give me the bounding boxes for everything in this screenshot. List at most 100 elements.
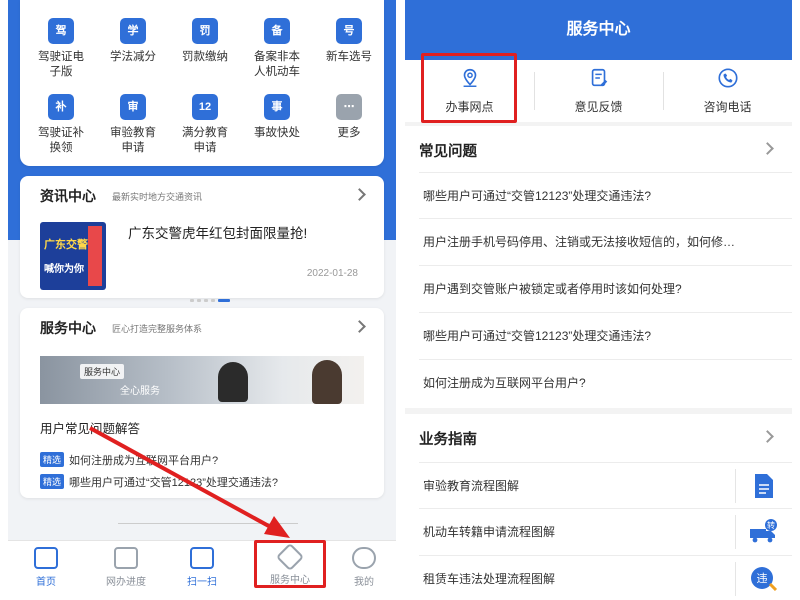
chevron-right-icon[interactable] <box>761 142 774 155</box>
grid-item-label: 满分教育申请 <box>182 127 228 154</box>
faq-section-title: 常见问题 <box>419 144 477 160</box>
carousel-indicator <box>190 289 233 307</box>
monitor-icon <box>114 547 138 569</box>
news-title: 资讯中心 <box>40 188 96 204</box>
divider <box>118 523 298 524</box>
service-center-card: 服务中心 匠心打造完整服务体系 服务中心 全心服务 用户常见问题解答 精选 如何注… <box>20 308 384 498</box>
phone-icon <box>717 68 738 88</box>
book-icon: 学 <box>120 18 146 44</box>
tab-home[interactable]: 首页 <box>16 547 76 588</box>
bottom-tab-bar: 首页 网办进度 扫一扫 服务中心 我的 <box>8 540 396 600</box>
id-card-icon: 补 <box>48 94 74 120</box>
faq-item[interactable]: 精选 如何注册成为互联网平台用户? <box>40 452 218 468</box>
grid-item-full-score-education[interactable]: 12 满分教育申请 <box>170 94 240 156</box>
banner-text: 全心服务 <box>120 386 160 397</box>
chevron-right-icon[interactable] <box>353 188 366 201</box>
grid-item-label: 新车选号 <box>326 51 372 63</box>
action-label: 意见反馈 <box>574 100 623 114</box>
service-subtitle: 匠心打造完整服务体系 <box>112 324 203 334</box>
faq-item[interactable]: 精选 哪些用户可通过“交管12123”处理交通违法? <box>40 474 278 490</box>
faq-item[interactable]: 用户遇到交管账户被锁定或者停用时该如何处理? <box>419 266 792 313</box>
guide-item-text: 机动车转籍申请流程图解 <box>423 525 556 539</box>
highlight-box <box>421 53 517 123</box>
grid-more-icon: ⋯ <box>336 94 362 120</box>
faq-item-text: 如何注册成为互联网平台用户? <box>69 455 219 467</box>
action-label: 咨询电话 <box>703 100 752 114</box>
feedback-doc-icon <box>591 68 607 87</box>
news-center-card[interactable]: 资讯中心 最新实时地方交通资讯 广东交警 喊你为你 广东交警虎年红包封面限量抢!… <box>20 176 384 302</box>
tab-label: 网办进度 <box>106 577 146 588</box>
page-title: 服务中心 <box>405 0 792 60</box>
document-icon: 审 <box>120 94 146 120</box>
car-plate-icon: 号 <box>336 18 362 44</box>
grid-item-study-reduce[interactable]: 学 学法减分 <box>98 18 168 65</box>
hotline-button[interactable]: 咨询电话 <box>663 60 792 122</box>
right-phone-screen: 服务中心 办事网点 意见反馈 咨询电话 常见问题 哪些用户可通过“交管12123… <box>405 0 792 600</box>
banner-tag: 服务中心 <box>80 364 125 379</box>
grid-item-register-vehicle[interactable]: 备 备案非本人机动车 <box>242 18 312 80</box>
police-car-icon: 事 <box>264 94 290 120</box>
function-grid: 驾 驾驶证电子版 学 学法减分 罚 罚款缴纳 备 备案非本人机动车 号 新车选号… <box>20 0 384 166</box>
featured-badge: 精选 <box>40 474 65 489</box>
news-headline[interactable]: 广东交警虎年红包封面限量抢! <box>128 222 307 242</box>
tab-progress[interactable]: 网办进度 <box>96 547 156 588</box>
divider <box>735 562 736 596</box>
tab-scan[interactable]: 扫一扫 <box>172 547 232 588</box>
guide-item-text: 租赁车违法处理流程图解 <box>423 572 556 586</box>
grid-item-label: 驾驶证电子版 <box>38 51 84 78</box>
user-icon <box>352 547 376 569</box>
news-thumbnail[interactable]: 广东交警 喊你为你 <box>40 222 106 290</box>
screenshot-composite: 驾 驾驶证电子版 学 学法减分 罚 罚款缴纳 备 备案非本人机动车 号 新车选号… <box>0 0 800 600</box>
guide-item-text: 审验教育流程图解 <box>423 479 520 493</box>
thumb-text-2: 喊你为你 <box>44 264 84 275</box>
left-phone-screen: 驾 驾驶证电子版 学 学法减分 罚 罚款缴纳 备 备案非本人机动车 号 新车选号… <box>8 0 396 600</box>
guide-item[interactable]: 租赁车违法处理流程图解 违 <box>419 556 792 600</box>
grid-item-fine-payment[interactable]: 罚 罚款缴纳 <box>170 18 240 65</box>
score-doc-icon: 12 <box>192 94 218 120</box>
faq-item[interactable]: 哪些用户可通过“交管12123”处理交通违法? <box>419 172 792 219</box>
faq-item-text: 哪些用户可通过“交管12123”处理交通违法? <box>69 477 279 489</box>
receipt-icon: 罚 <box>192 18 218 44</box>
grid-item-plate-select[interactable]: 号 新车选号 <box>314 18 384 65</box>
news-subtitle: 最新实时地方交通资讯 <box>112 192 203 202</box>
service-banner[interactable]: 服务中心 全心服务 <box>40 356 364 404</box>
faq-item[interactable]: 哪些用户可通过“交管12123”处理交通违法? <box>419 313 792 360</box>
faq-item-text: 如何注册成为互联网平台用户? <box>423 376 586 390</box>
faq-item-text: 用户遇到交管账户被锁定或者停用时该如何处理? <box>423 282 682 296</box>
guide-item[interactable]: 审验教育流程图解 <box>419 462 792 509</box>
grid-item-label: 更多 <box>337 127 361 139</box>
tab-label: 首页 <box>36 577 56 588</box>
grid-item-accident[interactable]: 事 事故快处 <box>242 94 312 141</box>
driver-license-icon: 驾 <box>48 18 74 44</box>
faq-item-text: 用户注册手机号码停用、注销或无法接收短信的，如何修… <box>423 235 736 249</box>
tab-mine[interactable]: 我的 <box>334 547 394 588</box>
guide-section: 业务指南 审验教育流程图解 机动车转籍申请流程图解 转 租赁车违法处理流程图解 … <box>405 414 792 600</box>
grid-item-more[interactable]: ⋯ 更多 <box>314 94 384 141</box>
grid-item-label: 事故快处 <box>254 127 300 139</box>
tab-label: 扫一扫 <box>187 577 217 588</box>
grid-item-driver-license[interactable]: 驾 驾驶证电子版 <box>26 18 96 80</box>
grid-item-label: 罚款缴纳 <box>182 51 228 63</box>
agent-figure <box>218 362 248 402</box>
guide-item[interactable]: 机动车转籍申请流程图解 转 <box>419 509 792 556</box>
faq-item-text: 哪些用户可通过“交管12123”处理交通违法? <box>423 189 652 203</box>
guide-section-title: 业务指南 <box>419 432 477 448</box>
thumb-text-1: 广东交警 <box>44 239 88 251</box>
grid-item-label: 学法减分 <box>110 51 156 63</box>
service-title: 服务中心 <box>40 320 96 336</box>
grid-item-license-renew[interactable]: 补 驾驶证补换领 <box>26 94 96 156</box>
svg-text:违: 违 <box>757 572 768 585</box>
faq-item[interactable]: 用户注册手机号码停用、注销或无法接收短信的，如何修… <box>419 219 792 266</box>
faq-heading[interactable]: 用户常见问题解答 <box>40 418 140 437</box>
chevron-right-icon[interactable] <box>353 320 366 333</box>
grid-item-label: 审验教育申请 <box>110 127 156 154</box>
chevron-right-icon[interactable] <box>761 430 774 443</box>
home-icon <box>34 547 58 569</box>
tab-label: 我的 <box>354 577 374 588</box>
faq-item-text: 哪些用户可通过“交管12123”处理交通违法? <box>423 329 652 343</box>
featured-badge: 精选 <box>40 452 65 467</box>
grid-item-audit-education[interactable]: 审 审验教育申请 <box>98 94 168 156</box>
thumb-decoration <box>88 226 102 286</box>
faq-item[interactable]: 如何注册成为互联网平台用户? <box>419 360 792 407</box>
feedback-button[interactable]: 意见反馈 <box>534 60 663 122</box>
